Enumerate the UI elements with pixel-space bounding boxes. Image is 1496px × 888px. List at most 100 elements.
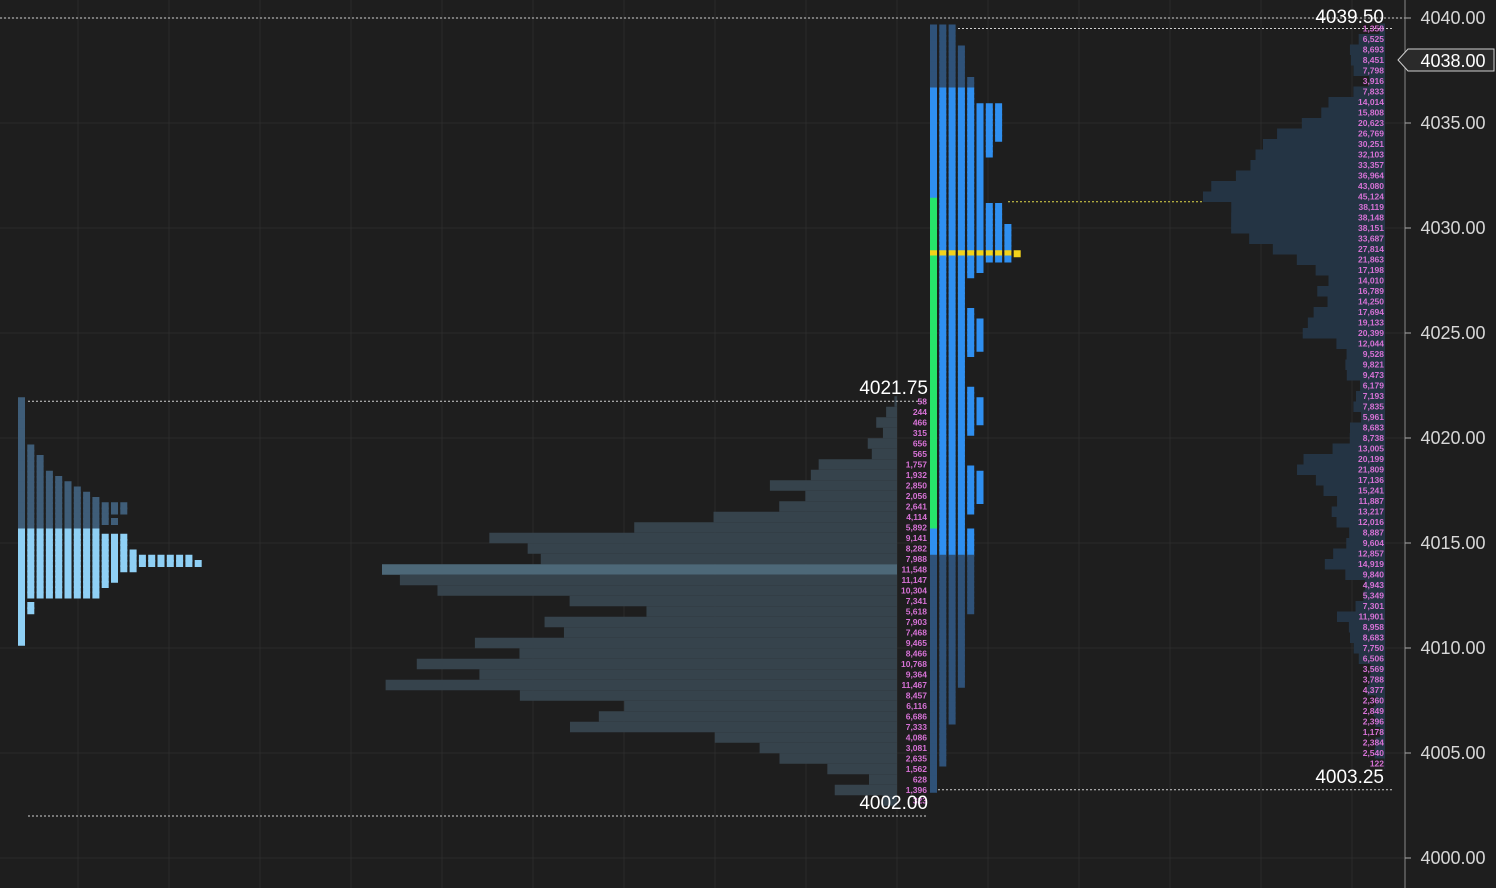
volume-label: 9,364 <box>906 669 928 679</box>
tpo-block <box>967 350 975 357</box>
volume-label: 5,349 <box>1363 591 1385 601</box>
volume-label: 30,251 <box>1358 139 1384 149</box>
current-price-label: 4038.00 <box>1420 51 1485 71</box>
current-price-tag: 4038.00 <box>1397 48 1495 72</box>
volume-label: 11,901 <box>1358 612 1384 622</box>
volume-label: 10,768 <box>901 659 927 669</box>
volume-label: 6,179 <box>1363 381 1385 391</box>
tpo-block <box>930 785 937 793</box>
volume-label: 8,738 <box>1363 433 1385 443</box>
volume-bar <box>527 543 897 554</box>
volume-bar <box>646 606 897 617</box>
volume-label: 45,124 <box>1358 192 1384 202</box>
axis-tick-label: 4020.00 <box>1420 428 1485 448</box>
volume-label: 7,833 <box>1363 87 1385 97</box>
volume-label: 315 <box>913 428 927 438</box>
volume-label: 20,623 <box>1358 118 1384 128</box>
volume-label: 14,250 <box>1358 297 1384 307</box>
volume-label: 5,892 <box>906 522 928 532</box>
axis-tick-label: 4015.00 <box>1420 533 1485 553</box>
tpo-block <box>976 266 984 273</box>
tpo-block <box>111 575 118 583</box>
volume-label: 21,863 <box>1358 255 1384 265</box>
tpo-block <box>120 507 128 515</box>
tpo-block <box>27 607 35 615</box>
volume-label: 2,850 <box>906 480 928 490</box>
volume-bar <box>382 564 897 575</box>
volume-label: 17,136 <box>1358 475 1384 485</box>
volume-bar <box>886 406 897 418</box>
current-low-label: 4003.25 <box>1315 767 1384 788</box>
volume-bar <box>437 585 897 596</box>
volume-bar <box>779 501 897 512</box>
current-high-label: 4039.50 <box>1315 7 1384 28</box>
volume-bar <box>779 753 897 764</box>
volume-label: 14,919 <box>1358 559 1384 569</box>
volume-label: 7,468 <box>906 627 928 637</box>
tpo-block <box>985 255 993 263</box>
volume-label: 38,148 <box>1358 213 1384 223</box>
axis-tick-label: 4010.00 <box>1420 638 1485 658</box>
volume-label: 7,988 <box>906 554 928 564</box>
prior-high-label: 4021.75 <box>859 378 928 399</box>
volume-label: 3,569 <box>1363 664 1385 674</box>
volume-label: 4,943 <box>1363 580 1385 590</box>
volume-label: 13,005 <box>1358 444 1384 454</box>
volume-label: 2,849 <box>1363 706 1385 716</box>
volume-label: 14,010 <box>1358 276 1384 286</box>
tpo-block <box>948 717 956 725</box>
volume-label: 1,562 <box>906 764 928 774</box>
volume-label: 5,961 <box>1363 412 1385 422</box>
volume-label: 7,193 <box>1363 391 1385 401</box>
volume-label: 12,044 <box>1358 339 1384 349</box>
price-axis[interactable]: 4040.00 4035.00 4030.00 4025.00 4020.00 4015.… <box>1404 0 1486 888</box>
axis-tick-label: 4025.00 <box>1420 323 1485 343</box>
volume-bar <box>759 742 897 754</box>
volume-label: 2,360 <box>1363 696 1385 706</box>
volume-bar <box>876 417 897 428</box>
volume-bar <box>769 480 897 491</box>
volume-bar <box>569 721 897 733</box>
tpo-block <box>64 591 72 599</box>
tpo-block <box>976 344 984 352</box>
volume-label: 14,014 <box>1358 97 1384 107</box>
tpo-block <box>45 591 53 599</box>
volume-bar <box>544 616 897 628</box>
volume-label: 12,016 <box>1358 517 1384 527</box>
volume-label: 2,056 <box>906 491 928 501</box>
volume-label: 38,151 <box>1358 223 1384 233</box>
volume-label: 1,932 <box>906 470 928 480</box>
tpo-block <box>985 150 993 158</box>
tpo-block <box>101 518 109 525</box>
volume-label: 9,528 <box>1363 349 1385 359</box>
volume-label: 8,683 <box>1363 423 1385 433</box>
tpo-block <box>976 418 984 426</box>
volume-label: 21,809 <box>1358 465 1384 475</box>
volume-label: 2,384 <box>1363 738 1385 748</box>
current-session-tpo-profile <box>930 24 1021 793</box>
volume-label: 3,788 <box>1363 675 1385 685</box>
tpo-block <box>939 759 947 767</box>
volume-label: 2,396 <box>1363 717 1385 727</box>
tpo-block <box>1013 250 1021 258</box>
volume-bar <box>634 522 897 533</box>
volume-label: 2,635 <box>906 753 928 763</box>
volume-label: 20,199 <box>1358 454 1384 464</box>
volume-label: 4,114 <box>906 512 927 522</box>
volume-bar <box>563 627 897 638</box>
volume-label: 10,304 <box>901 585 927 595</box>
volume-bar <box>714 732 897 743</box>
volume-label: 2,641 <box>906 501 928 511</box>
volume-label: 9,465 <box>906 638 928 648</box>
tpo-block <box>967 271 975 279</box>
volume-label: 3,916 <box>1363 76 1385 86</box>
volume-bar <box>871 448 897 460</box>
volume-bar <box>868 774 897 785</box>
axis-tick-label: 4000.00 <box>1420 848 1485 868</box>
tpo-block <box>101 581 109 588</box>
tpo-block <box>83 591 91 599</box>
axis-tick-label: 4040.00 <box>1420 8 1485 28</box>
volume-label: 1,178 <box>1363 727 1385 737</box>
volume-label: 7,333 <box>906 722 928 732</box>
volume-label: 9,141 <box>906 533 928 543</box>
